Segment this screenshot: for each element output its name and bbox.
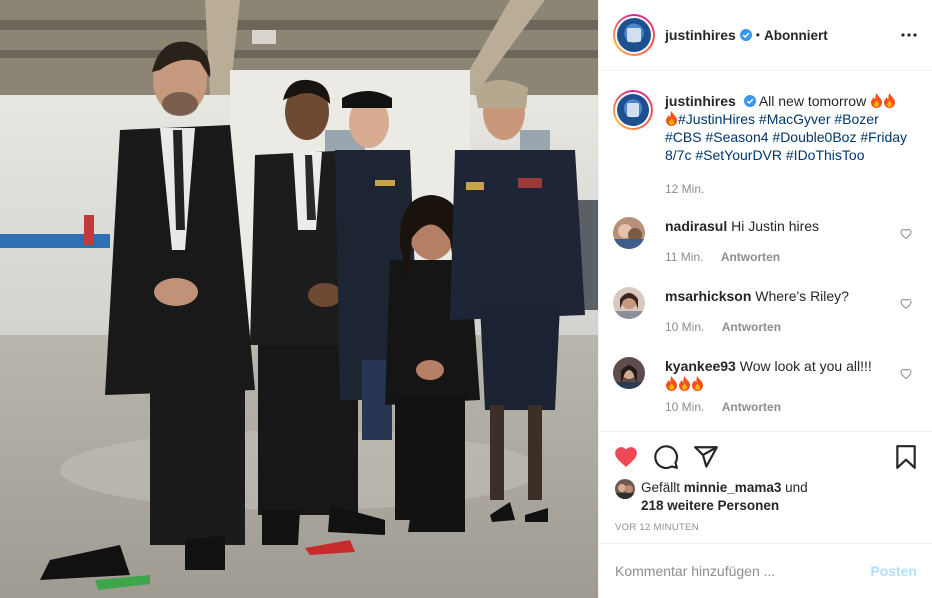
reply-button[interactable]: Antworten — [722, 400, 781, 414]
comment-text: Where's Riley? — [755, 288, 849, 304]
comment-like-icon[interactable] — [900, 228, 912, 240]
comment-input[interactable] — [615, 563, 871, 579]
comment-time[interactable]: 11 Min. — [665, 250, 703, 264]
caption-time[interactable]: 12 Min. — [665, 182, 704, 196]
comments-section[interactable]: justinhires All new tomorrow #JustinHire… — [599, 71, 932, 431]
instagram-post: justinhires • Abonniert justinhires All … — [0, 0, 932, 598]
post-age[interactable]: VOR 12 MINUTEN — [615, 522, 699, 533]
caption-hashtags-line2[interactable]: #CBS #Season4 #Double0Boz #Friday — [665, 129, 907, 145]
fire-emoji-icon — [666, 111, 677, 126]
comment-username[interactable]: nadirasul — [665, 218, 727, 234]
liker-username[interactable]: minnie_mama3 — [684, 480, 782, 495]
caption-username[interactable]: justinhires — [665, 93, 736, 109]
post-photo[interactable] — [0, 0, 598, 598]
post-actions: Gefällt minnie_mama3 und 218 weitere Per… — [599, 431, 932, 543]
fire-emoji-icon — [679, 376, 690, 391]
caption-avatar[interactable] — [613, 90, 653, 130]
commenter-avatar[interactable] — [613, 357, 645, 389]
post-sidebar: justinhires • Abonniert justinhires All … — [598, 0, 932, 598]
reply-button[interactable]: Antworten — [721, 250, 780, 264]
follow-status-button[interactable]: Abonniert — [764, 28, 828, 43]
caption-body: justinhires All new tomorrow #JustinHire… — [665, 92, 907, 164]
fire-emoji-icon — [666, 376, 677, 391]
post-caption: justinhires All new tomorrow #JustinHire… — [613, 90, 918, 164]
post-comment-button[interactable]: Posten — [870, 563, 917, 579]
verified-badge-icon — [739, 29, 752, 41]
comment-item: msarhickson Where's Riley? 10 Min. Antwo… — [613, 287, 918, 336]
likes-conjunction: und — [785, 480, 808, 495]
likes-summary[interactable]: Gefällt minnie_mama3 und 218 weitere Per… — [615, 479, 808, 515]
bookmark-icon[interactable] — [893, 444, 919, 470]
comment-like-icon[interactable] — [900, 368, 912, 380]
more-options-icon[interactable] — [899, 25, 919, 45]
comment-username[interactable]: msarhickson — [665, 288, 751, 304]
comment-text: Hi Justin hires — [731, 218, 820, 234]
comment-item: kyankee93 Wow look at you all!!! 10 Min.… — [613, 357, 918, 416]
verified-badge-icon — [743, 95, 756, 107]
fire-emoji-icon — [884, 93, 896, 108]
fire-emoji-icon — [871, 93, 883, 108]
comment-time[interactable]: 10 Min. — [665, 320, 704, 334]
comment-username[interactable]: kyankee93 — [665, 358, 736, 374]
comment-text: Wow look at you all!!! — [739, 358, 872, 374]
author-username[interactable]: justinhires — [665, 27, 736, 43]
post-header: justinhires • Abonniert — [599, 0, 932, 71]
fire-emoji-icon — [692, 376, 703, 391]
author-avatar[interactable] — [613, 14, 655, 56]
commenter-avatar[interactable] — [613, 287, 645, 319]
caption-hashtags-line3[interactable]: 8/7c #SetYourDVR #IDoThisToo — [665, 147, 864, 163]
comment-composer: Posten — [599, 543, 932, 598]
comment-item: nadirasul Hi Justin hires 11 Min. Antwor… — [613, 217, 918, 266]
commenter-avatar[interactable] — [613, 217, 645, 249]
post-photo-illustration — [0, 0, 598, 598]
caption-hashtags-line1[interactable]: #JustinHires #MacGyver #Bozer — [678, 111, 879, 127]
caption-text: All new tomorrow — [758, 93, 867, 109]
liker-avatar[interactable] — [615, 479, 635, 499]
likes-prefix: Gefällt — [641, 480, 681, 495]
comment-time[interactable]: 10 Min. — [665, 400, 704, 414]
heart-filled-icon[interactable] — [613, 444, 639, 470]
header-separator: • — [755, 28, 760, 42]
likes-others[interactable]: 218 weitere Personen — [641, 498, 779, 513]
share-icon[interactable] — [693, 444, 719, 470]
comment-like-icon[interactable] — [900, 298, 912, 310]
comment-icon[interactable] — [653, 444, 679, 470]
reply-button[interactable]: Antworten — [722, 320, 781, 334]
